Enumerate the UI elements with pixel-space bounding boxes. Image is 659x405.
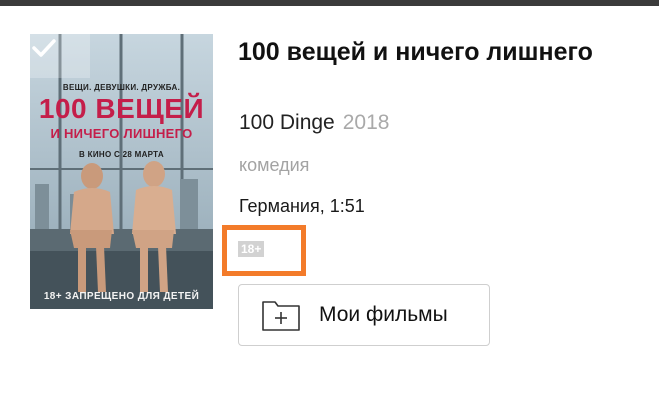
poster-subtitle: И НИЧЕГО ЛИШНЕГО [50,126,193,141]
country-duration: Германия, 1:51 [239,196,365,216]
original-title: 100 Dinge [239,111,335,134]
my-films-label: Мои фильмы [319,303,448,326]
checkmark-icon [32,39,56,57]
original-title-line: 100 Dinge 2018 [239,109,389,137]
top-status-bar [0,0,659,6]
highlight-frame [222,225,306,276]
movie-title: 100 вещей и ничего лишнего [238,38,593,66]
poster-tagline: ВЕЩИ. ДЕВУШКИ. ДРУЖБА. [62,83,181,92]
poster-title: 100 ВЕЩЕЙ [38,93,205,124]
my-films-button[interactable]: Мои фильмы [238,284,490,346]
release-year: 2018 [342,111,390,134]
movie-genre: комедия [239,155,310,175]
movie-poster[interactable]: ВЕЩИ. ДЕВУШКИ. ДРУЖБА. 100 ВЕЩЕЙ И НИЧЕГ… [30,34,213,309]
poster-release-date: В КИНО С 28 МАРТА [79,150,164,159]
folder-plus-icon [262,301,300,331]
poster-age-warning: 18+ ЗАПРЕЩЕНО ДЛЯ ДЕТЕЙ [43,291,200,302]
poster-artwork [30,34,213,309]
